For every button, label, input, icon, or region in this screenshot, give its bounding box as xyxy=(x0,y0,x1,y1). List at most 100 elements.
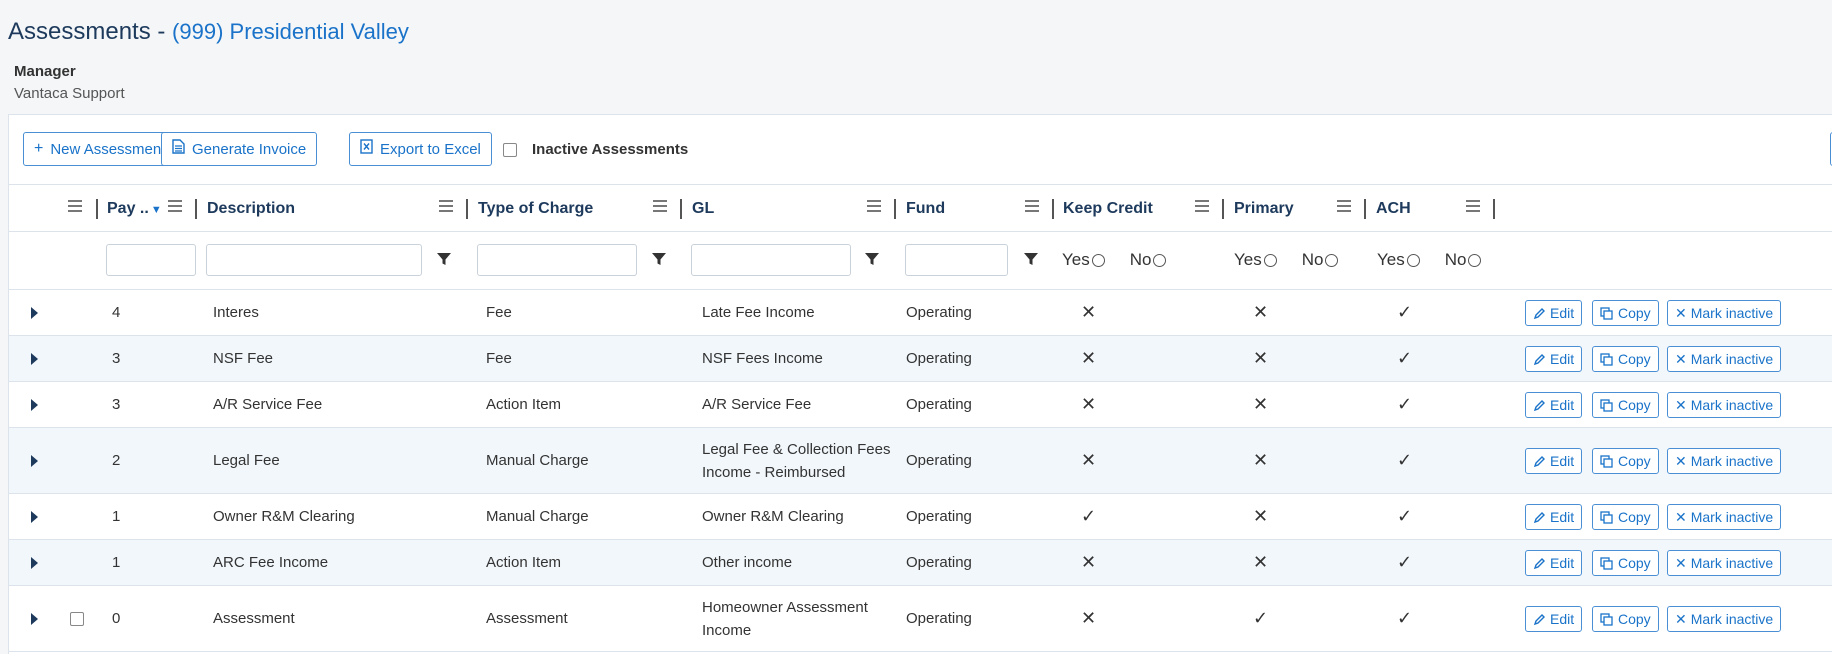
primary-no-radio[interactable] xyxy=(1325,253,1339,267)
filter-funnel-icon[interactable] xyxy=(865,252,879,266)
edit-button[interactable]: Edit xyxy=(1525,448,1583,474)
row-expand[interactable] xyxy=(31,494,38,539)
edit-button[interactable]: Edit xyxy=(1525,300,1583,326)
row-expand[interactable] xyxy=(31,290,38,335)
type-filter-input[interactable] xyxy=(477,244,637,276)
edit-button[interactable]: Edit xyxy=(1525,346,1583,372)
edit-button[interactable]: Edit xyxy=(1525,606,1583,632)
row-expand[interactable] xyxy=(31,336,38,381)
column-menu-icon[interactable] xyxy=(1195,200,1209,212)
mark-inactive-button[interactable]: ✕ Mark inactive xyxy=(1667,392,1782,418)
no-label: No xyxy=(1444,250,1467,269)
edit-button[interactable]: Edit xyxy=(1525,392,1583,418)
pencil-icon xyxy=(1533,353,1545,365)
column-separator[interactable] xyxy=(680,199,682,219)
cell-fund: Operating xyxy=(906,350,972,367)
pay-filter-input[interactable] xyxy=(106,244,196,276)
column-separator[interactable] xyxy=(1222,199,1224,219)
mark-inactive-button[interactable]: ✕ Mark inactive xyxy=(1667,300,1782,326)
filter-funnel-icon[interactable] xyxy=(1024,252,1038,266)
copy-button[interactable]: Copy xyxy=(1592,550,1659,576)
copy-button[interactable]: Copy xyxy=(1592,504,1659,530)
export-excel-button[interactable]: Export to Excel xyxy=(349,132,492,166)
keep-credit-filter: Yes No xyxy=(1062,250,1167,270)
expand-triangle-icon xyxy=(31,556,38,569)
keep-credit-yes-radio[interactable] xyxy=(1091,253,1105,267)
column-menu-icon[interactable] xyxy=(653,200,667,212)
column-menu-icon[interactable] xyxy=(1466,200,1480,212)
mark-inactive-button[interactable]: ✕ Mark inactive xyxy=(1667,448,1782,474)
column-header-pay[interactable]: Pay .. ▼ xyxy=(107,185,162,232)
column-header-type-of-charge[interactable]: Type of Charge xyxy=(478,185,593,232)
generate-invoice-button[interactable]: Generate Invoice xyxy=(161,132,318,166)
edit-label: Edit xyxy=(1550,509,1575,525)
primary-yes-radio[interactable] xyxy=(1263,253,1277,267)
pencil-icon xyxy=(1533,455,1545,467)
row-select[interactable] xyxy=(70,586,84,651)
column-menu-icon[interactable] xyxy=(1337,200,1351,212)
column-menu-icon[interactable] xyxy=(68,200,82,212)
column-separator[interactable] xyxy=(1364,199,1366,219)
new-assessment-button[interactable]: + New Assessment xyxy=(23,132,177,166)
row-expand[interactable] xyxy=(31,382,38,427)
cell-keep-credit: ✓ xyxy=(1081,506,1097,526)
copy-button[interactable]: Copy xyxy=(1592,346,1659,372)
keep-credit-no-radio[interactable] xyxy=(1153,253,1167,267)
column-menu-icon[interactable] xyxy=(1025,200,1039,212)
cell-keep-credit: ✕ xyxy=(1081,348,1097,368)
row-checkbox[interactable] xyxy=(70,611,84,626)
cell-type-of-charge: Assessment xyxy=(486,610,568,627)
column-separator[interactable] xyxy=(195,199,197,219)
copy-icon xyxy=(1600,556,1613,570)
edit-button[interactable]: Edit xyxy=(1525,504,1583,530)
column-header-fund[interactable]: Fund xyxy=(906,185,945,232)
row-expand[interactable] xyxy=(31,540,38,585)
column-header-description[interactable]: Description xyxy=(207,185,295,232)
cell-ach: ✓ xyxy=(1397,450,1413,470)
column-header-ach[interactable]: ACH xyxy=(1376,185,1411,232)
column-separator[interactable] xyxy=(894,199,896,219)
gl-filter-input[interactable] xyxy=(691,244,851,276)
column-separator[interactable] xyxy=(1493,199,1495,219)
column-separator[interactable] xyxy=(1052,199,1054,219)
mark-inactive-button[interactable]: ✕ Mark inactive xyxy=(1667,550,1782,576)
column-separator[interactable] xyxy=(96,199,98,219)
row-expand[interactable] xyxy=(31,428,38,493)
filter-funnel-icon[interactable] xyxy=(652,252,666,266)
inactive-assessments-label: Inactive Assessments xyxy=(532,141,689,158)
cell-pay: 3 xyxy=(112,350,121,367)
mark-inactive-button[interactable]: ✕ Mark inactive xyxy=(1667,606,1782,632)
cell-fund: Operating xyxy=(906,508,972,525)
column-menu-icon[interactable] xyxy=(439,200,453,212)
expand-triangle-icon xyxy=(31,352,38,365)
ach-no-radio[interactable] xyxy=(1468,253,1482,267)
fund-filter-input[interactable] xyxy=(905,244,1008,276)
column-header-keep-credit[interactable]: Keep Credit xyxy=(1063,185,1153,232)
mark-inactive-button[interactable]: ✕ Mark inactive xyxy=(1667,346,1782,372)
cell-pay: 0 xyxy=(112,610,121,627)
row-expand[interactable] xyxy=(31,586,38,651)
cell-ach: ✓ xyxy=(1397,552,1413,572)
column-menu-icon[interactable] xyxy=(867,200,881,212)
manager-label: Manager xyxy=(14,63,76,80)
copy-button[interactable]: Copy xyxy=(1592,606,1659,632)
ach-yes-radio[interactable] xyxy=(1406,253,1420,267)
close-icon: ✕ xyxy=(1675,304,1687,321)
edit-button[interactable]: Edit xyxy=(1525,550,1583,576)
table-row: 2 Legal Fee Manual Charge Legal Fee & Colle… xyxy=(9,428,1832,494)
copy-button[interactable]: Copy xyxy=(1592,392,1659,418)
copy-button[interactable]: Copy xyxy=(1592,300,1659,326)
column-header-primary[interactable]: Primary xyxy=(1234,185,1294,232)
edit-label: Edit xyxy=(1550,397,1575,413)
inactive-assessments-checkbox[interactable] xyxy=(503,143,517,157)
column-header-gl[interactable]: GL xyxy=(692,185,714,232)
copy-button[interactable]: Copy xyxy=(1592,448,1659,474)
description-filter-input[interactable] xyxy=(206,244,422,276)
edit-label: Edit xyxy=(1550,555,1575,571)
filter-funnel-icon[interactable] xyxy=(437,252,451,266)
cell-ach: ✓ xyxy=(1397,608,1413,628)
mark-inactive-button[interactable]: ✕ Mark inactive xyxy=(1667,504,1782,530)
column-separator[interactable] xyxy=(466,199,468,219)
cell-description: Legal Fee xyxy=(213,452,280,469)
column-menu-icon[interactable] xyxy=(168,200,182,212)
